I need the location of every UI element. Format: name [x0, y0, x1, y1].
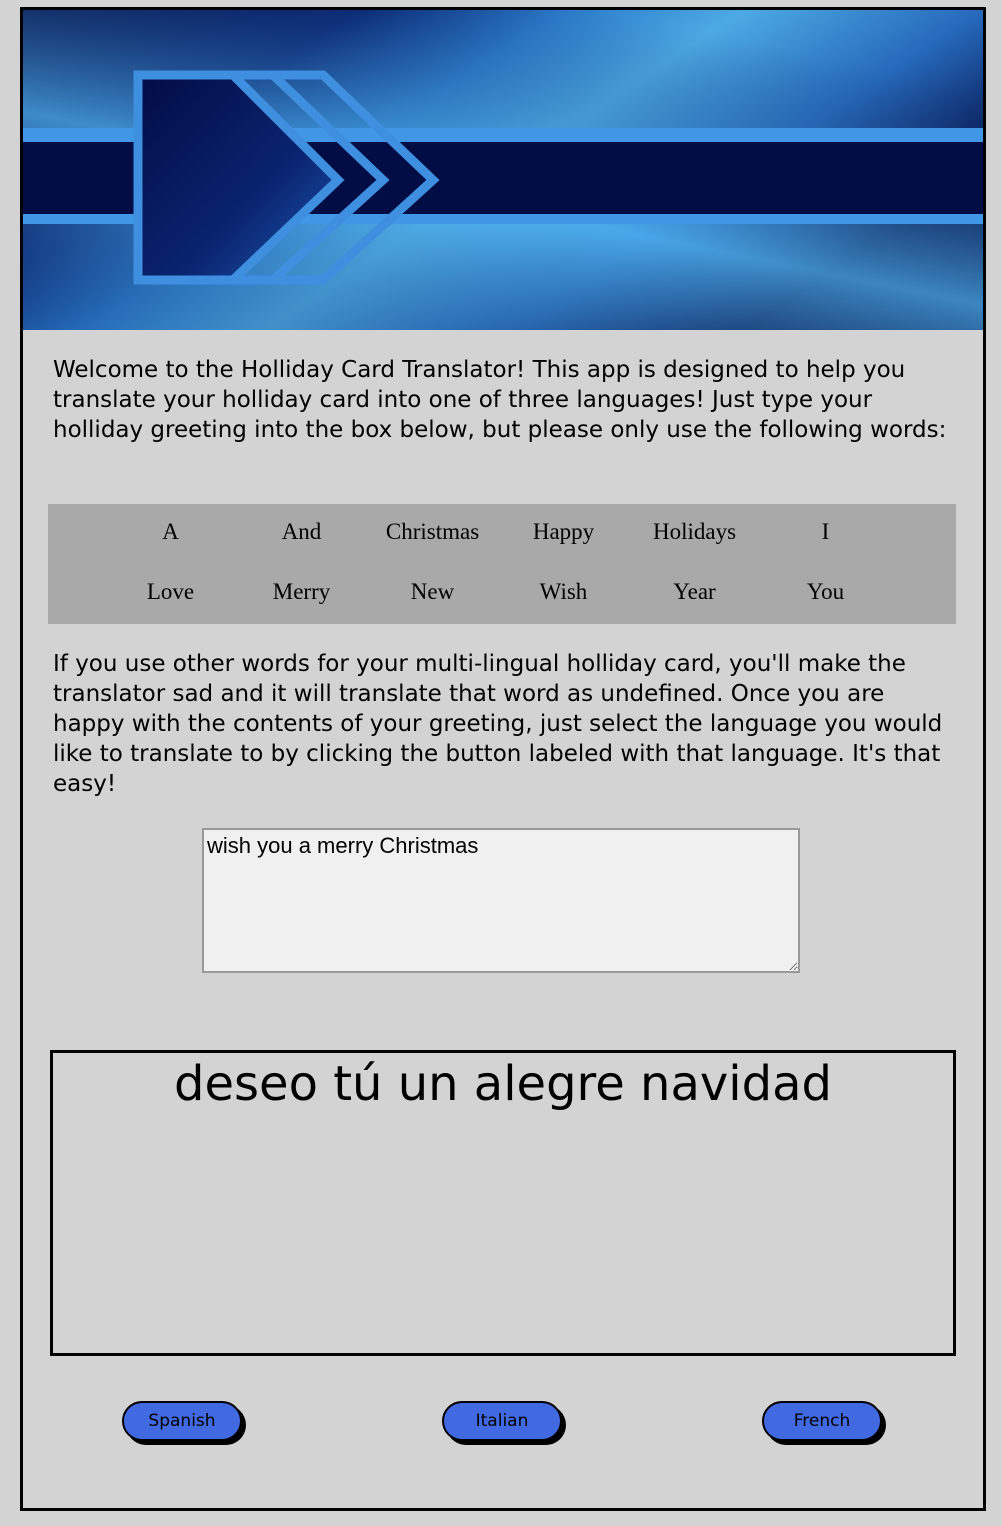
intro-paragraph: Welcome to the Holliday Card Translator!…	[53, 357, 947, 443]
word-a: A	[162, 519, 179, 544]
app-frame: Welcome to the Holliday Card Translator!…	[20, 7, 986, 1511]
translation-output-box: deseo tú un alegre navidad	[50, 1050, 956, 1356]
word-merry: Merry	[272, 579, 331, 604]
header-banner	[23, 10, 983, 330]
word-wish: Wish	[539, 579, 588, 604]
word-love: Love	[146, 579, 195, 604]
french-button[interactable]: French	[762, 1401, 882, 1441]
word-year: Year	[673, 579, 716, 604]
word-i: I	[821, 519, 830, 544]
spanish-button[interactable]: Spanish	[122, 1401, 242, 1441]
greeting-input[interactable]: wish you a merry Christmas	[202, 828, 800, 973]
word-and: And	[281, 519, 322, 544]
allowed-words-table: A And Christmas Happy Holidays I Love Me…	[48, 504, 956, 624]
word-new: New	[410, 579, 455, 604]
word-holidays: Holidays	[652, 519, 737, 544]
word-christmas: Christmas	[385, 519, 480, 544]
word-happy: Happy	[532, 519, 595, 544]
translation-output-text: deseo tú un alegre navidad	[174, 1056, 832, 1112]
banner-arrow-graphic	[23, 10, 983, 330]
italian-button[interactable]: Italian	[442, 1401, 562, 1441]
word-you: You	[806, 579, 845, 604]
instructions-paragraph: If you use other words for your multi-li…	[53, 651, 943, 797]
